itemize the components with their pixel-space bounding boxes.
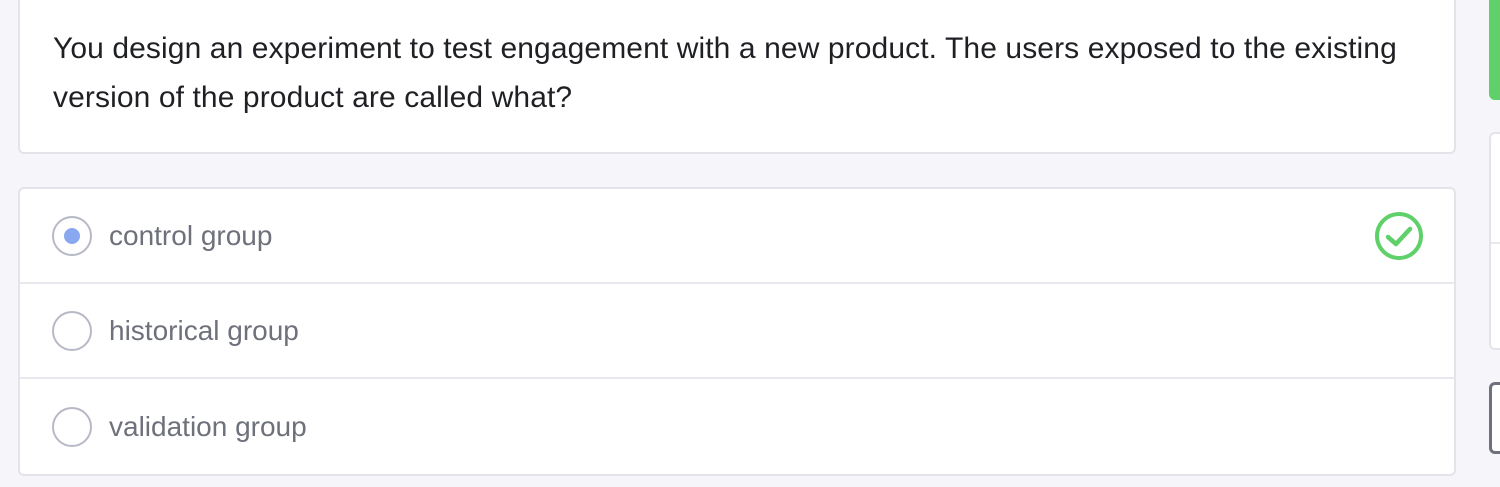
option-label: control group <box>109 219 273 251</box>
side-panel-edge <box>1489 132 1500 350</box>
option-label: historical group <box>109 314 299 346</box>
option-label: validation group <box>109 410 307 442</box>
radio-unselected[interactable] <box>52 310 92 351</box>
question-card: You design an experiment to test engagem… <box>18 0 1456 154</box>
question-text: You design an experiment to test engagem… <box>53 32 1397 114</box>
option-validation-group[interactable]: validation group <box>20 379 1454 474</box>
radio-dot <box>64 227 80 244</box>
progress-bar-edge <box>1489 0 1500 100</box>
divider <box>1491 242 1500 244</box>
radio-unselected[interactable] <box>52 406 92 447</box>
answer-options: control group historical group validatio… <box>18 187 1456 476</box>
side-button-edge[interactable] <box>1489 382 1500 454</box>
check-circle-icon <box>1375 211 1423 260</box>
option-historical-group[interactable]: historical group <box>20 284 1454 379</box>
radio-selected[interactable] <box>52 215 92 256</box>
option-control-group[interactable]: control group <box>20 189 1454 284</box>
